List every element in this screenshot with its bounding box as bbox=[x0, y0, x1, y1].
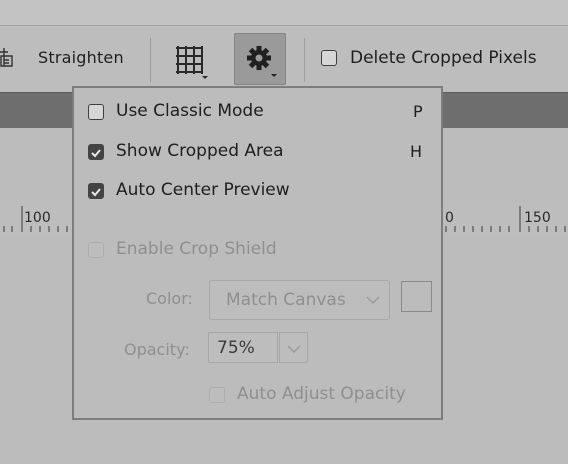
opacity-dropdown-button[interactable] bbox=[279, 332, 308, 363]
enable-crop-shield-label[interactable]: Enable Crop Shield bbox=[116, 239, 277, 259]
checkmark-icon bbox=[91, 149, 101, 158]
toolbar-divider bbox=[150, 38, 151, 82]
show-cropped-area-checkbox[interactable] bbox=[88, 144, 104, 160]
menu-strip bbox=[0, 0, 568, 26]
crop-settings-button[interactable] bbox=[234, 33, 286, 85]
auto-adjust-opacity-label[interactable]: Auto Adjust Opacity bbox=[237, 384, 406, 404]
color-swatch[interactable] bbox=[401, 281, 432, 312]
use-classic-mode-label[interactable]: Use Classic Mode bbox=[116, 101, 264, 121]
use-classic-mode-checkbox[interactable] bbox=[88, 104, 104, 120]
opacity-label: Opacity: bbox=[124, 340, 190, 359]
auto-center-preview-label[interactable]: Auto Center Preview bbox=[116, 180, 290, 200]
delete-cropped-pixels-checkbox[interactable] bbox=[321, 50, 337, 66]
auto-adjust-opacity-checkbox[interactable] bbox=[209, 387, 225, 403]
show-cropped-area-shortcut: H bbox=[410, 142, 423, 161]
toolbar-divider bbox=[304, 38, 305, 82]
straighten-icon[interactable] bbox=[0, 46, 16, 70]
ruler-label: 0 bbox=[445, 210, 454, 226]
color-dropdown-value: Match Canvas bbox=[226, 290, 346, 310]
checkmark-icon bbox=[91, 188, 101, 197]
opacity-value: 75% bbox=[217, 338, 255, 358]
straighten-button[interactable]: Straighten bbox=[38, 48, 124, 67]
chevron-down-icon bbox=[366, 296, 380, 305]
crop-settings-popup: Use Classic Mode P Show Cropped Area H A… bbox=[72, 86, 443, 420]
gear-icon bbox=[247, 46, 277, 77]
auto-center-preview-checkbox[interactable] bbox=[88, 183, 104, 199]
grid-overlay-icon bbox=[176, 46, 208, 79]
overlay-options-button[interactable] bbox=[168, 38, 212, 82]
enable-crop-shield-checkbox[interactable] bbox=[88, 242, 104, 258]
color-label: Color: bbox=[146, 289, 193, 308]
classic-mode-shortcut: P bbox=[413, 102, 423, 121]
ruler-label: 100 bbox=[24, 210, 51, 226]
opacity-input[interactable]: 75% bbox=[208, 332, 278, 363]
ruler-label: 150 bbox=[524, 210, 551, 226]
chevron-down-icon bbox=[287, 345, 301, 354]
show-cropped-area-label[interactable]: Show Cropped Area bbox=[116, 141, 284, 161]
delete-cropped-pixels-label: Delete Cropped Pixels bbox=[350, 48, 537, 68]
color-dropdown[interactable]: Match Canvas bbox=[209, 280, 390, 320]
